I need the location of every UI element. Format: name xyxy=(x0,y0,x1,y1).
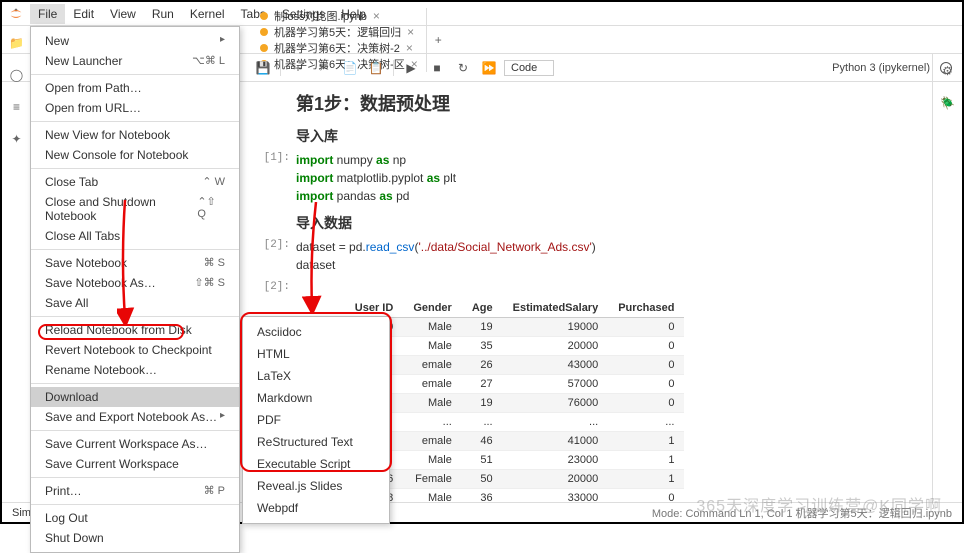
menuitem[interactable]: Save All xyxy=(31,293,239,313)
menuitem[interactable]: Reload Notebook from Disk xyxy=(31,320,239,340)
export-option[interactable]: PDF xyxy=(243,409,389,431)
table-header: EstimatedSalary xyxy=(503,299,609,318)
menuitem[interactable]: New Console for Notebook xyxy=(31,145,239,165)
output-prompt: [2]: xyxy=(262,281,296,293)
menuitem[interactable]: Print…⌘ P xyxy=(31,481,239,501)
heading-import-data: 导入数据 xyxy=(296,213,922,233)
menuitem[interactable]: Save Current Workspace As… xyxy=(31,434,239,454)
menuitem[interactable]: New Launcher⌥⌘ L xyxy=(31,51,239,71)
menuitem[interactable]: Shut Down xyxy=(31,528,239,548)
jupyter-logo-icon xyxy=(8,6,24,22)
property-icon[interactable]: ⚙ xyxy=(942,64,953,78)
menu-edit[interactable]: Edit xyxy=(65,4,102,24)
folder-icon[interactable]: 📁 xyxy=(9,36,24,50)
notebook-icon xyxy=(260,12,268,20)
run-icon[interactable]: ▶ xyxy=(400,58,422,78)
left-sidebar: 📁 ◯ ≡ ✦ xyxy=(2,26,32,502)
file-menu-dropdown: New▸New Launcher⌥⌘ L Open from Path…Open … xyxy=(30,26,240,553)
add-cell-icon[interactable]: + xyxy=(287,58,309,78)
cut-icon[interactable]: ✂ xyxy=(313,58,335,78)
menuitem[interactable]: Save and Export Notebook As…▸ xyxy=(31,407,239,427)
menuitem[interactable]: Log Out xyxy=(31,508,239,528)
export-option[interactable]: ReStructured Text xyxy=(243,431,389,453)
close-icon[interactable]: × xyxy=(407,25,414,39)
tab-label: 制loss对比图.ipynb xyxy=(274,8,367,24)
paste-icon[interactable]: 📋 xyxy=(365,58,387,78)
menuitem[interactable]: Open from URL… xyxy=(31,98,239,118)
cell-prompt: [1]: xyxy=(262,152,296,205)
add-tab-button[interactable]: + xyxy=(427,33,450,47)
table-header xyxy=(296,299,334,318)
export-option[interactable]: Asciidoc xyxy=(243,321,389,343)
menuitem[interactable]: Close and Shutdown Notebook⌃⇧ Q xyxy=(31,192,239,226)
notebook-icon xyxy=(260,44,268,52)
notebook-icon xyxy=(260,28,268,36)
export-option[interactable]: Reveal.js Slides xyxy=(243,475,389,497)
menuitem[interactable]: Revert Notebook to Checkpoint xyxy=(31,340,239,360)
menuitem[interactable]: Close Tab⌃ W xyxy=(31,172,239,192)
menu-file[interactable]: File xyxy=(30,4,65,24)
menuitem[interactable]: New View for Notebook xyxy=(31,125,239,145)
cell-prompt: [2]: xyxy=(262,239,296,275)
table-header: Age xyxy=(462,299,503,318)
menuitem[interactable]: Open from Path… xyxy=(31,78,239,98)
restart-icon[interactable]: ↻ xyxy=(452,58,474,78)
table-header: Purchased xyxy=(608,299,684,318)
heading-step1: 第1步：数据预处理 xyxy=(296,90,922,116)
export-option[interactable]: HTML xyxy=(243,343,389,365)
export-submenu: AsciidocHTMLLaTeXMarkdownPDFReStructured… xyxy=(242,316,390,524)
table-header: Gender xyxy=(403,299,462,318)
tab[interactable]: 机器学习第6天：决策树-2 × xyxy=(252,40,427,56)
restart-run-icon[interactable]: ⏩ xyxy=(478,58,500,78)
tab[interactable]: 机器学习第5天：逻辑回归 × xyxy=(252,24,427,40)
stop-icon[interactable]: ■ xyxy=(426,58,448,78)
menuitem[interactable]: Save Notebook As…⇧⌘ S xyxy=(31,273,239,293)
save-icon[interactable]: 💾 xyxy=(252,58,274,78)
kernel-name[interactable]: Python 3 (ipykernel) xyxy=(832,62,930,74)
menu-kernel[interactable]: Kernel xyxy=(182,4,233,24)
celltype-select[interactable]: Code xyxy=(504,60,554,76)
copy-icon[interactable]: 📄 xyxy=(339,58,361,78)
close-icon[interactable]: × xyxy=(406,41,413,55)
menuitem[interactable]: Rename Notebook… xyxy=(31,360,239,380)
extensions-icon[interactable]: ✦ xyxy=(11,132,21,146)
right-sidebar: ⚙ 🪲 xyxy=(932,54,962,502)
menu-run[interactable]: Run xyxy=(144,4,182,24)
menubar: FileEditViewRunKernelTabsSettingsHelp xyxy=(2,2,962,26)
menuitem[interactable]: Close All Tabs xyxy=(31,226,239,246)
export-option[interactable]: Webpdf xyxy=(243,497,389,519)
running-icon[interactable]: ◯ xyxy=(10,68,23,82)
menu-view[interactable]: View xyxy=(102,4,144,24)
menuitem[interactable]: Save Current Workspace xyxy=(31,454,239,474)
tab[interactable]: 制loss对比图.ipynb × xyxy=(252,8,427,24)
heading-import-lib: 导入库 xyxy=(296,126,922,146)
code-cell-1[interactable]: import numpy as npimport matplotlib.pypl… xyxy=(296,152,456,205)
menuitem[interactable]: New▸ xyxy=(31,31,239,51)
menuitem[interactable]: Download xyxy=(31,387,239,407)
tab-label: 机器学习第5天：逻辑回归 xyxy=(274,24,401,40)
tab-label: 机器学习第6天：决策树-2 xyxy=(274,40,400,56)
export-option[interactable]: Executable Script xyxy=(243,453,389,475)
export-option[interactable]: Markdown xyxy=(243,387,389,409)
export-option[interactable]: LaTeX xyxy=(243,365,389,387)
menuitem[interactable]: Save Notebook⌘ S xyxy=(31,253,239,273)
toc-icon[interactable]: ≡ xyxy=(13,100,20,114)
status-right: Mode: Command Ln 1, Col 1 机器学习第5天：逻辑回归.i… xyxy=(652,505,952,521)
code-cell-2[interactable]: dataset = pd.read_csv('../data/Social_Ne… xyxy=(296,239,596,275)
table-header: User ID xyxy=(334,299,403,318)
close-icon[interactable]: × xyxy=(373,9,380,23)
debug-icon[interactable]: 🪲 xyxy=(940,96,955,110)
